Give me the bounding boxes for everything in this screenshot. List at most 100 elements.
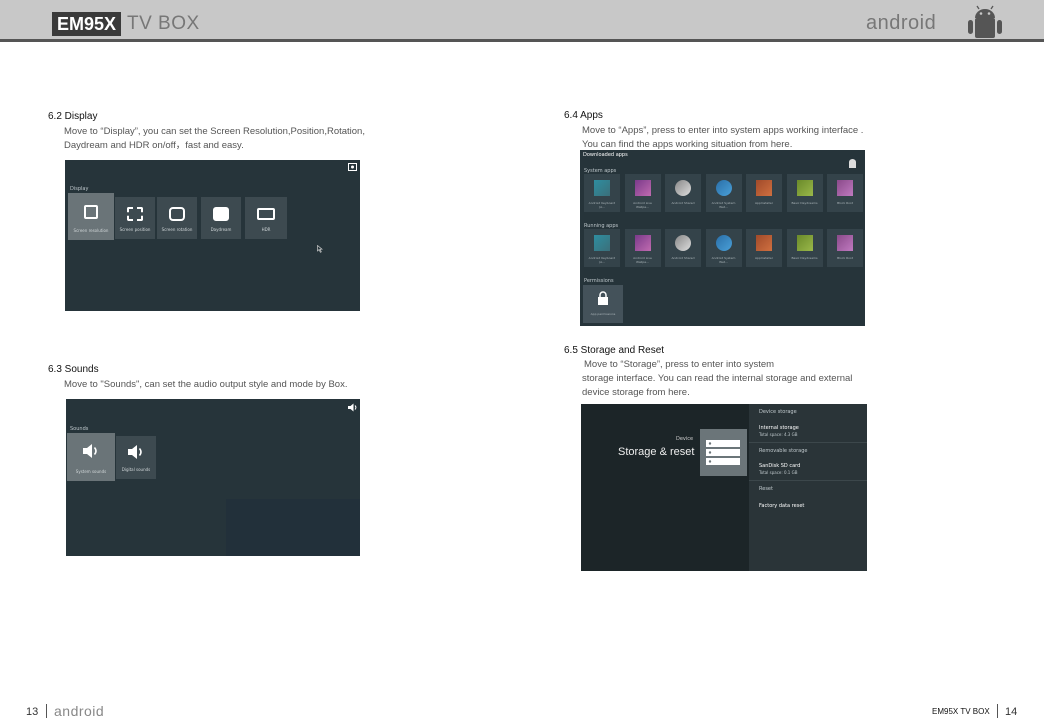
page-number-right: 14 [1005, 706, 1018, 718]
app-icon [594, 180, 610, 196]
tile-label: Screen position [119, 227, 151, 232]
app-tile[interactable]: Basic Daydreams [786, 174, 823, 212]
storage-text-2: storage interface. You can read the inte… [582, 373, 853, 384]
storage-right-pane: Device storage Internal storage Total sp… [749, 404, 867, 571]
tile-label: Screen rotation [161, 227, 193, 232]
app-name: Android System Wet... [711, 256, 736, 264]
tile-label: System sounds [75, 469, 107, 474]
app-icon [634, 180, 651, 196]
app-tile[interactable]: Basic Daydreams [786, 229, 823, 267]
speaker-icon [83, 444, 97, 458]
app-name: Android Live Wallpa... [633, 256, 652, 264]
internal-storage-item[interactable]: Internal storage [759, 425, 799, 431]
app-tile[interactable]: Android System Wet... [705, 174, 742, 212]
apps-screenshot: Downloaded apps System apps Android Keyb… [580, 150, 865, 326]
sd-card-item[interactable]: SanDisk SD card [759, 463, 800, 469]
page-header: EM95X TV BOX android [0, 0, 1044, 42]
app-icon [796, 180, 813, 196]
speaker-icon [128, 445, 142, 459]
android-wordmark: android [866, 12, 937, 34]
app-name: Block Root [837, 201, 853, 205]
brand-logo: EM95X [52, 12, 122, 36]
app-tile[interactable]: Block Root [827, 229, 863, 267]
app-icon [715, 180, 732, 196]
app-name: Android Keyboard (A... [588, 201, 616, 209]
storage-text-3: device storage from here. [582, 387, 690, 398]
app-name: Block Root [837, 256, 853, 260]
app-icon [594, 235, 610, 251]
app-tile[interactable]: Android Shared [665, 229, 701, 267]
footer-divider [997, 704, 998, 718]
app-name: Android System Wet... [711, 201, 736, 209]
storage-icon [706, 440, 740, 465]
factory-reset-item[interactable]: Factory data reset [759, 503, 804, 509]
android-icon [849, 159, 856, 168]
app-name: Android Shared [671, 201, 695, 205]
page-number-left: 13 [26, 706, 39, 718]
tile-daydream[interactable]: Daydream [201, 197, 241, 239]
lock-icon [598, 291, 608, 305]
app-name: AppInstaller [755, 256, 773, 260]
app-icon [756, 235, 772, 251]
tile-screen-rotation[interactable]: Screen rotation [157, 197, 197, 239]
display-text-1: Move to “Display”, you can set the Scree… [64, 126, 365, 137]
app-name: Android Live Wallpa... [633, 201, 652, 209]
footer-divider [46, 704, 47, 718]
app-tile[interactable]: Android Live Wallpa... [624, 174, 661, 212]
tile-hdr[interactable]: HDR [245, 197, 287, 239]
storage-text-1: Move to “Storage”, press to enter into s… [584, 359, 775, 370]
position-icon [127, 206, 143, 221]
tile-label: Screen resolution [73, 228, 109, 233]
app-tile[interactable]: AppInstaller [746, 229, 782, 267]
sounds-text-1: Move to "Sounds", can set the audio outp… [64, 379, 348, 390]
footer-android-wordmark: android [54, 703, 105, 719]
app-name: Basic Daydreams [791, 256, 818, 260]
storage-screenshot: Device Storage & reset Device storage In… [581, 404, 867, 571]
android-robot-icon [968, 5, 1002, 38]
app-tile[interactable]: Android Keyboard (A... [584, 174, 620, 212]
tile-label: App permissions [590, 312, 616, 316]
tile-screen-resolution[interactable]: Screen resolution [68, 193, 114, 240]
app-tile[interactable]: Block Root [827, 174, 863, 212]
volume-icon [348, 403, 357, 412]
tile-screen-position[interactable]: Screen position [115, 197, 155, 239]
app-permissions-tile[interactable]: App permissions [583, 285, 623, 323]
divider [749, 442, 867, 443]
tile-digital-sounds[interactable]: Digital sounds [116, 436, 156, 479]
storage-icon-tile [700, 429, 747, 476]
app-tile[interactable]: Android System Wet... [705, 229, 742, 267]
reset-header: Reset [759, 486, 773, 492]
rotation-icon [169, 206, 185, 221]
display-title: 6.2 Display [48, 111, 98, 122]
app-tile[interactable]: Android Live Wallpa... [624, 229, 661, 267]
input-icon [348, 163, 357, 171]
sounds-screenshot: Sounds System sounds Digital sounds [66, 399, 360, 556]
app-icon [634, 235, 651, 251]
app-tile[interactable]: Android Keyboard (A... [584, 229, 620, 267]
display-screen-header: Display [70, 186, 89, 192]
sounds-title: 6.3 Sounds [48, 364, 99, 375]
app-name: Android Shared [671, 256, 695, 260]
app-icon [756, 180, 772, 196]
permissions-label: Permissions [584, 278, 614, 284]
display-screenshot: Display Screen resolution Screen positio… [65, 160, 360, 311]
app-icon [796, 235, 813, 251]
apps-screen-header: Downloaded apps [583, 152, 628, 158]
app-tile[interactable]: AppInstaller [746, 174, 782, 212]
brightness-icon [84, 204, 98, 219]
app-icon [715, 235, 732, 251]
app-icon [675, 180, 691, 196]
tile-system-sounds[interactable]: System sounds [67, 433, 115, 481]
storage-main-title: Storage & reset [618, 446, 695, 458]
mouse-cursor-icon [317, 245, 323, 253]
tile-label: Digital sounds [121, 467, 151, 472]
internal-storage-sub: Total space: 4.3 GB [759, 432, 798, 437]
daydream-icon [213, 206, 229, 221]
hdr-icon [257, 207, 275, 220]
sd-card-sub: Total space: 0.1 GB [759, 470, 798, 475]
removable-storage-header: Removable storage [759, 448, 808, 454]
app-tile[interactable]: Android Shared [665, 174, 701, 212]
app-icon [675, 235, 691, 251]
app-icon [837, 180, 853, 196]
tile-label: Daydream [210, 227, 232, 232]
